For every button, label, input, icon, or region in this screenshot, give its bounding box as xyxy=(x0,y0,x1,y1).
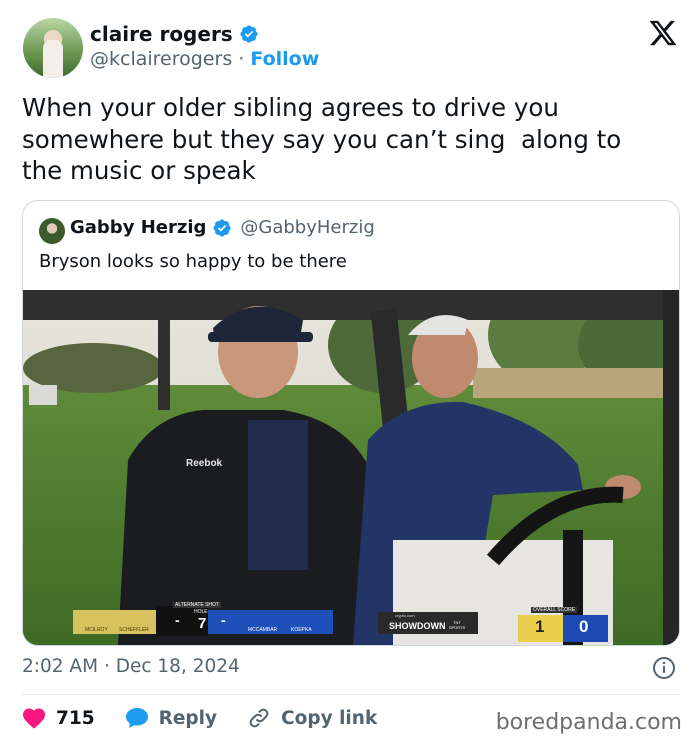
overall-score-label: OVERALL SCORE xyxy=(531,607,578,613)
quoted-media-image[interactable]: Reebok ALTERNATE SHOT MCILROY SCHEFFLER … xyxy=(23,290,679,645)
heart-icon xyxy=(23,708,45,729)
author-avatar[interactable] xyxy=(23,18,83,78)
author-name-row: claire rogers xyxy=(90,22,259,46)
tweet-date: Dec 18, 2024 xyxy=(115,656,240,677)
handle-separator: · xyxy=(238,48,245,70)
copy-link-label: Copy link xyxy=(281,707,378,729)
follow-button[interactable]: Follow xyxy=(250,48,319,70)
reply-button[interactable]: Reply xyxy=(125,707,217,729)
team-right-player-2: KOEPKA xyxy=(291,627,312,633)
right-team-marker: - xyxy=(221,612,226,628)
timestamp-separator: · xyxy=(103,656,110,677)
watermark: boredpanda.com xyxy=(495,710,682,735)
quoted-author-name[interactable]: Gabby Herzig xyxy=(70,217,206,238)
tweet-time: 2:02 AM xyxy=(22,656,99,677)
team-left-player-2: SCHEFFLER xyxy=(119,627,149,633)
broadcast-brand-prefix: crypto.com xyxy=(395,613,415,618)
quoted-author-avatar[interactable] xyxy=(39,218,65,244)
copy-link-button[interactable]: Copy link xyxy=(247,706,377,730)
network-label: TNT SPORTS xyxy=(448,620,466,630)
info-icon[interactable] xyxy=(652,656,676,680)
author-handle[interactable]: @kclairerogers xyxy=(90,48,232,70)
quoted-tweet-card[interactable]: Gabby Herzig @GabbyHerzig Bryson looks s… xyxy=(22,200,680,646)
author-display-name[interactable]: claire rogers xyxy=(90,22,233,46)
team-right-player-1: MCCAMBAR xyxy=(248,627,278,633)
team-left-player-1: MCILROY xyxy=(85,627,108,633)
broadcast-scoreboard: Reebok ALTERNATE SHOT MCILROY SCHEFFLER … xyxy=(23,290,679,645)
divider xyxy=(22,694,678,695)
quoted-header: Gabby Herzig @GabbyHerzig xyxy=(70,217,375,238)
x-logo-icon[interactable] xyxy=(648,18,678,48)
hole-number: 7 xyxy=(198,615,207,632)
tweet-timestamp[interactable]: 2:02 AM · Dec 18, 2024 xyxy=(22,656,240,677)
author-handle-row: @kclairerogers · Follow xyxy=(90,48,319,70)
verified-badge-icon xyxy=(240,25,258,43)
link-icon xyxy=(249,708,269,728)
score-left: 1 xyxy=(535,617,545,636)
broadcast-brand: SHOWDOWN xyxy=(389,621,446,631)
quoted-tweet-text: Bryson looks so happy to be there xyxy=(39,251,347,272)
verified-badge-icon xyxy=(213,218,231,237)
quoted-author-handle[interactable]: @GabbyHerzig xyxy=(240,217,374,238)
like-button[interactable]: 715 xyxy=(22,707,95,729)
reply-label: Reply xyxy=(158,707,218,729)
alt-shot-label: ALTERNATE SHOT xyxy=(173,602,221,608)
left-team-marker: - xyxy=(175,612,180,628)
jacket-brand-text: Reebok xyxy=(186,458,223,469)
reply-bubble-icon xyxy=(125,708,148,728)
like-count: 715 xyxy=(56,707,95,729)
action-bar: 715 Reply Copy link xyxy=(22,706,407,730)
tweet-text: When your older sibling agrees to drive … xyxy=(22,93,622,185)
score-right: 0 xyxy=(579,617,589,636)
